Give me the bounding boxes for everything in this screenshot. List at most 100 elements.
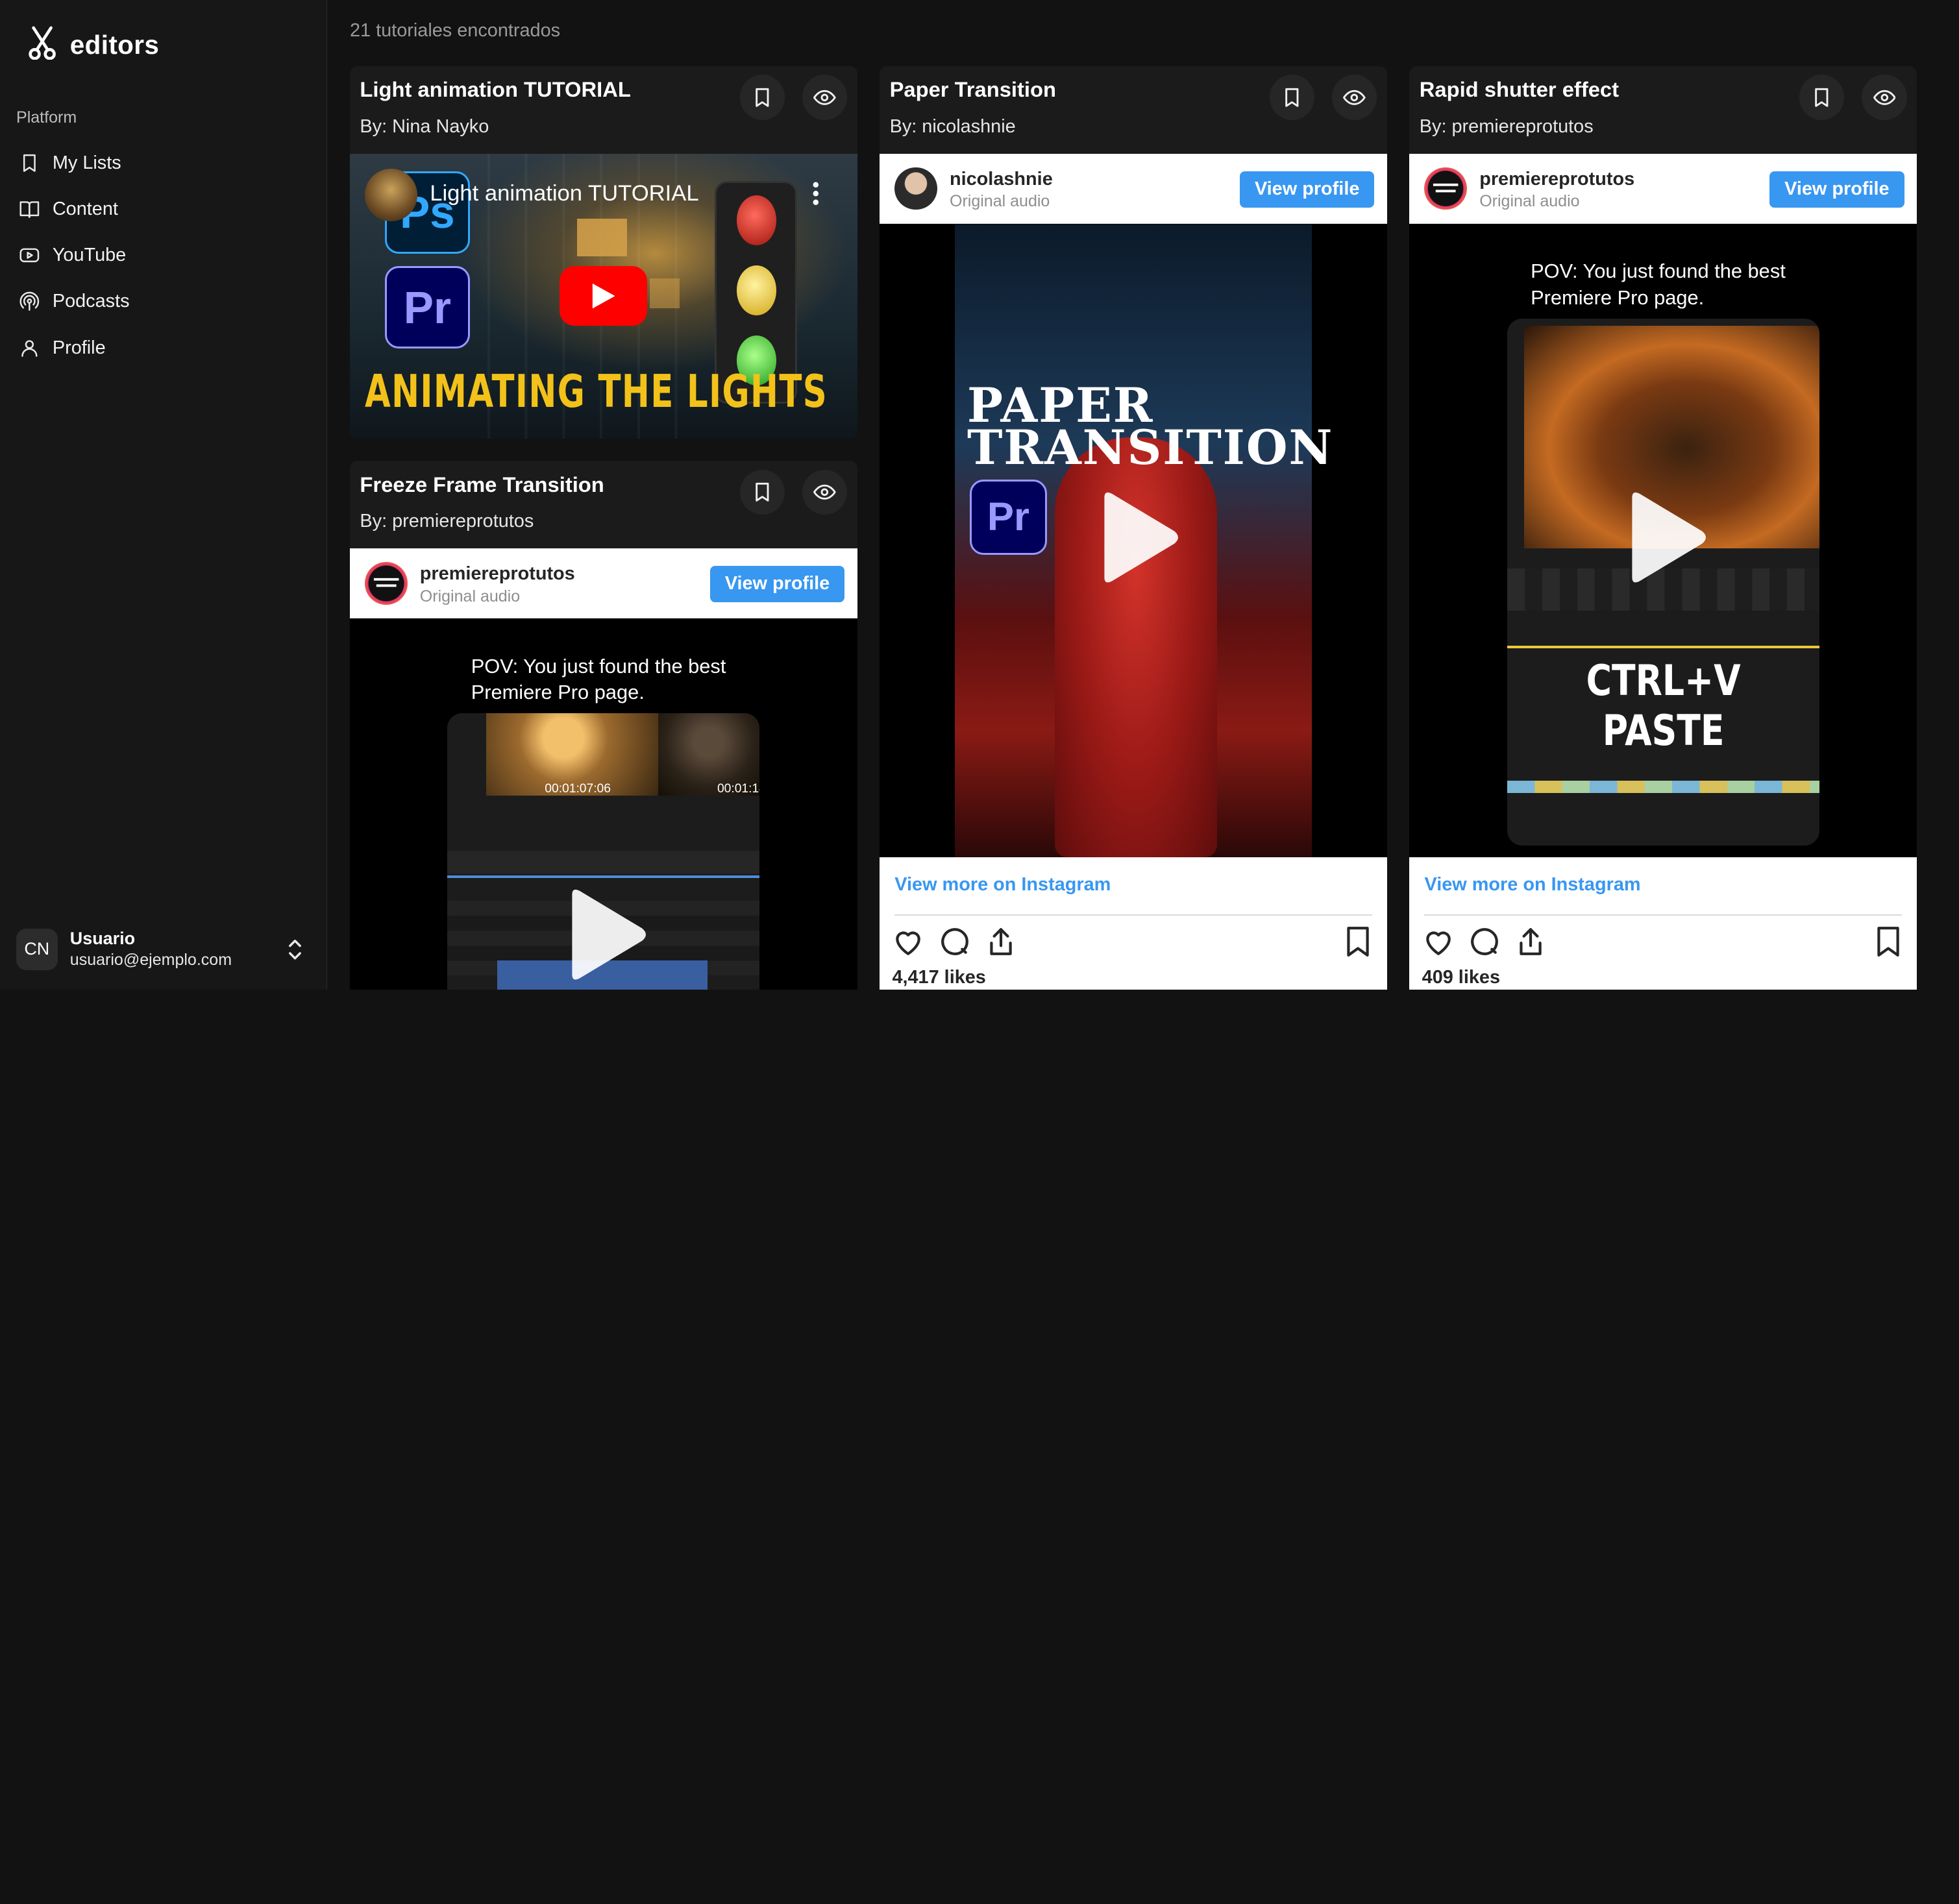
- pov-line: POV: You just found the best: [471, 654, 726, 677]
- sidebar-item-my-lists[interactable]: My Lists: [16, 140, 311, 186]
- user-info: Usuario usuario@ejemplo.com: [70, 928, 232, 970]
- bookmark-icon[interactable]: [1342, 925, 1374, 958]
- user-name: Usuario: [69, 929, 136, 949]
- timeline-playhead: [1507, 646, 1819, 649]
- overlay-text: CTRL+V PASTE: [1535, 656, 1792, 756]
- instagram-media[interactable]: PAPER TRANSITION Pr: [880, 225, 1387, 857]
- user-icon: [21, 339, 38, 357]
- view-button[interactable]: [802, 75, 848, 120]
- share-icon[interactable]: [985, 925, 1017, 958]
- avatar[interactable]: [365, 562, 408, 605]
- tutorial-card-header: Light animation TUTORIAL By: Nina Nayko: [350, 66, 857, 154]
- sidebar-item-youtube[interactable]: YouTube: [16, 232, 311, 278]
- thumbnail-window: [650, 278, 680, 309]
- chevrons-up-down-icon: [286, 937, 304, 968]
- pov-caption: POV: You just found the best Premiere Pr…: [471, 653, 726, 706]
- podcast-icon: [19, 291, 40, 311]
- save-button[interactable]: [739, 469, 785, 515]
- instagram-header: premiereprotutos Original audio View pro…: [350, 548, 857, 618]
- instagram-header: premiereprotutos Original audio View pro…: [1409, 153, 1917, 224]
- view-button[interactable]: [802, 469, 848, 515]
- play-icon[interactable]: [562, 887, 650, 982]
- card-title: Paper Transition: [889, 77, 1056, 102]
- sidebar: editors Platform My Lists Content YouTub…: [0, 0, 328, 990]
- likes-count: 409 likes: [1422, 966, 1500, 988]
- view-profile-button[interactable]: View profile: [709, 566, 845, 602]
- book-open-icon: [19, 201, 40, 218]
- overlay-line: PASTE: [1602, 705, 1725, 755]
- play-icon: [592, 283, 615, 309]
- thumbnail-caption: ANIMATING THE LIGHTS: [365, 366, 828, 419]
- view-more-link[interactable]: View more on Instagram: [894, 874, 1111, 896]
- sidebar-item-profile[interactable]: Profile: [16, 324, 311, 371]
- instagram-audio[interactable]: Original audio: [950, 192, 1050, 211]
- card-author: By: Nina Nayko: [360, 116, 489, 138]
- timecode-right: 00:01:14: [717, 782, 759, 796]
- comment-icon[interactable]: [939, 925, 971, 958]
- premiere-logo: Pr: [384, 266, 470, 349]
- play-icon[interactable]: [1094, 490, 1182, 585]
- instagram-username[interactable]: premiereprotutos: [1479, 169, 1634, 190]
- save-button[interactable]: [1269, 75, 1315, 120]
- premiere-pro-tutos-logo-icon: [373, 578, 399, 587]
- channel-avatar[interactable]: [365, 168, 417, 221]
- instagram-header: nicolashnie Original audio View profile: [880, 153, 1387, 224]
- premiere-logo: Pr: [969, 480, 1048, 555]
- instagram-embed[interactable]: nicolashnie Original audio View profile …: [880, 153, 1387, 990]
- more-vertical-icon[interactable]: [812, 181, 820, 212]
- view-profile-button[interactable]: View profile: [1769, 171, 1904, 208]
- pov-line: Premiere Pro page.: [1531, 286, 1705, 309]
- bookmark-icon[interactable]: [1872, 925, 1904, 958]
- eye-icon: [813, 90, 836, 105]
- card-title: Rapid shutter effect: [1419, 77, 1620, 102]
- card-title: Freeze Frame Transition: [360, 472, 604, 496]
- comment-icon[interactable]: [1468, 925, 1501, 958]
- view-more-link[interactable]: View more on Instagram: [1424, 874, 1640, 896]
- youtube-embed[interactable]: Ps Pr Light animation TUTORIAL ANIMATING…: [350, 153, 857, 439]
- card-author: By: premiereprotutos: [360, 511, 534, 532]
- view-profile-button[interactable]: View profile: [1239, 171, 1375, 208]
- view-button[interactable]: [1862, 75, 1907, 120]
- brand[interactable]: editors: [27, 25, 159, 66]
- play-icon[interactable]: [1622, 490, 1710, 585]
- divider: [894, 914, 1372, 916]
- eye-icon: [1343, 90, 1366, 105]
- avatar[interactable]: [1424, 167, 1467, 210]
- media-caption-line: TRANSITION: [967, 420, 1334, 476]
- video-title[interactable]: Light animation TUTORIAL: [430, 181, 698, 206]
- red-light: [736, 195, 777, 246]
- instagram-media[interactable]: POV: You just found the best Premiere Pr…: [1409, 225, 1917, 857]
- sidebar-item-podcasts[interactable]: Podcasts: [16, 278, 311, 324]
- save-button[interactable]: [739, 75, 785, 120]
- heart-icon[interactable]: [1422, 925, 1455, 958]
- youtube-play-button[interactable]: [560, 266, 648, 326]
- yellow-light: [736, 265, 777, 316]
- user-menu[interactable]: CN Usuario usuario@ejemplo.com: [16, 925, 311, 975]
- save-button[interactable]: [1799, 75, 1845, 120]
- share-icon[interactable]: [1514, 925, 1547, 958]
- instagram-embed[interactable]: premiereprotutos Original audio View pro…: [1409, 153, 1917, 990]
- instagram-embed[interactable]: premiereprotutos Original audio View pro…: [350, 548, 857, 990]
- instagram-footer: View more on Instagram 409 likes: [1409, 857, 1917, 990]
- bookmark-icon: [756, 482, 769, 502]
- card-author: By: premiereprotutos: [1419, 116, 1594, 138]
- instagram-media[interactable]: POV: You just found the best Premiere Pr…: [350, 619, 857, 990]
- timeline-playhead: [447, 875, 760, 879]
- media-caption: PAPER TRANSITION: [967, 382, 1334, 476]
- heart-icon[interactable]: [892, 925, 924, 958]
- timecode-left: 00:01:07:06: [545, 782, 611, 796]
- instagram-username[interactable]: nicolashnie: [950, 169, 1053, 190]
- brand-name: editors: [69, 29, 160, 60]
- instagram-audio[interactable]: Original audio: [1479, 192, 1579, 211]
- instagram-audio[interactable]: Original audio: [420, 587, 520, 606]
- view-button[interactable]: [1332, 75, 1377, 120]
- card-author: By: nicolashnie: [889, 116, 1016, 138]
- thumbnail-window: [577, 218, 628, 256]
- eye-icon: [813, 484, 836, 500]
- avatar: CN: [16, 929, 58, 970]
- sidebar-section-label: Platform: [16, 108, 77, 127]
- avatar[interactable]: [894, 167, 937, 210]
- tutorial-card-header: Rapid shutter effect By: premiereprotuto…: [1409, 66, 1917, 154]
- sidebar-item-content[interactable]: Content: [16, 186, 311, 232]
- instagram-username[interactable]: premiereprotutos: [420, 563, 575, 585]
